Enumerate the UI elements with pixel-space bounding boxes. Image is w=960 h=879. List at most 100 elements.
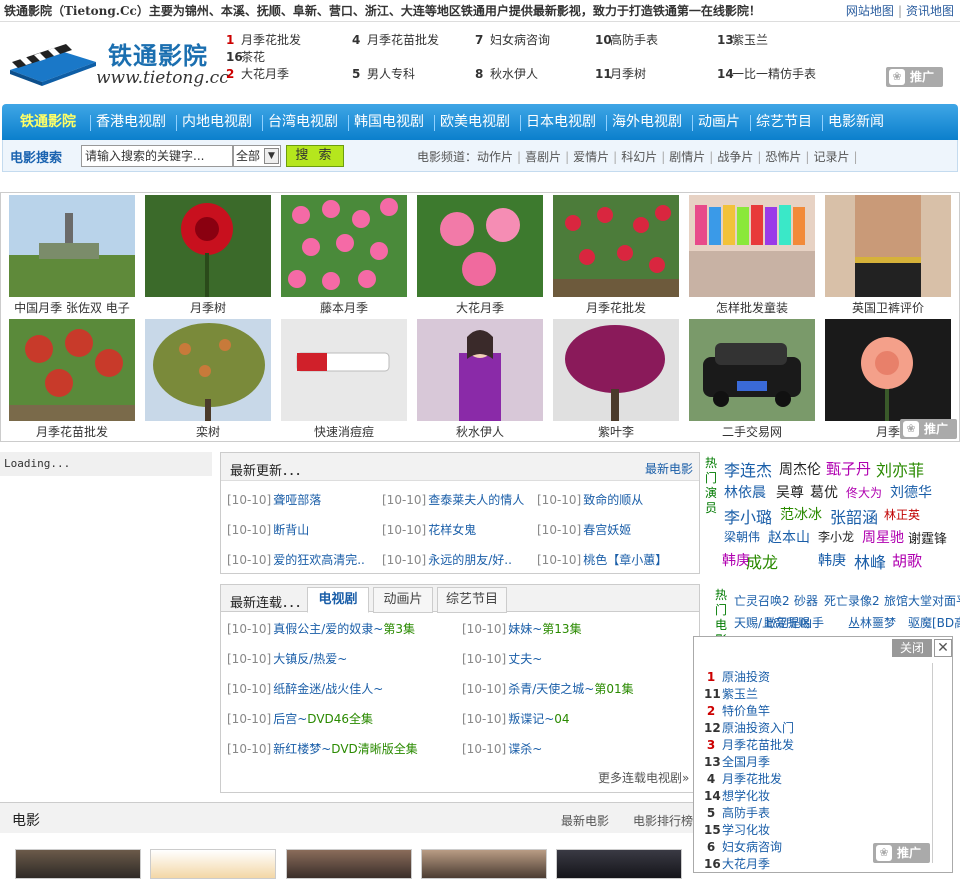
latest-item[interactable]: [10-10] 花样女鬼 xyxy=(382,521,476,538)
movie-thumb[interactable] xyxy=(150,849,276,879)
nav-item[interactable]: 日本电视剧 xyxy=(526,104,596,140)
gallery-thumbnail[interactable] xyxy=(553,319,679,421)
gallery-promo-badge[interactable]: ❀ 推广 xyxy=(900,419,957,439)
promo-badge[interactable]: ❀ 推广 xyxy=(886,67,943,87)
actor-link[interactable]: 李连杰 xyxy=(724,457,772,481)
hot-search-text[interactable]: 一比一精仿手表 xyxy=(732,67,816,81)
movie-thumb[interactable] xyxy=(15,849,141,879)
film-link[interactable]: 驱魔[BD高清版] xyxy=(908,614,960,631)
site-map-link[interactable]: 网站地图 xyxy=(846,4,894,18)
popup-scrollbar[interactable] xyxy=(932,663,933,863)
popup-item[interactable]: 2 特价鱼竿 xyxy=(704,703,770,720)
film-link[interactable]: 亡灵召唤2 xyxy=(734,592,790,609)
popup-text[interactable]: 大花月季 xyxy=(722,857,770,871)
film-link[interactable]: 旅馆大堂对面平 xyxy=(884,592,960,609)
item-title[interactable]: 桃色【章小蕙】 xyxy=(583,553,667,567)
item-title[interactable]: 叛谍记~ xyxy=(508,712,554,726)
gallery-item[interactable]: 栾树 xyxy=(145,319,271,439)
gallery-thumbnail[interactable] xyxy=(145,319,271,421)
gallery-item[interactable]: 秋水伊人 xyxy=(417,319,543,439)
actor-link[interactable]: 韩庚 xyxy=(818,550,846,570)
popup-item[interactable]: 16大花月季 xyxy=(704,856,770,872)
popup-item[interactable]: 3 月季花苗批发 xyxy=(704,737,794,754)
nav-item[interactable]: 欧美电视剧 xyxy=(440,104,510,140)
popup-item[interactable]: 14想学化妆 xyxy=(704,788,770,805)
hot-search-item[interactable]: 7 妇女病咨询 xyxy=(475,32,550,49)
serial-item[interactable]: [10-10] 谍杀~ xyxy=(462,740,542,757)
channel-link[interactable]: 动作片 xyxy=(477,150,513,164)
gallery-item[interactable]: 二手交易网 xyxy=(689,319,815,439)
gallery-item[interactable]: 月季花苗批发 xyxy=(9,319,135,439)
gallery-caption[interactable]: 藤本月季 xyxy=(281,299,407,316)
nav-item[interactable]: 韩国电视剧 xyxy=(354,104,424,140)
hot-search-text[interactable]: 茶花 xyxy=(241,50,265,64)
serial-item[interactable]: [10-10] 真假公主/爱的奴隶~第3集 xyxy=(227,620,415,637)
movie-thumb[interactable] xyxy=(286,849,412,879)
actor-link[interactable]: 张韶涵 xyxy=(830,504,878,528)
actor-link[interactable]: 佟大为 xyxy=(846,484,882,501)
nav-item[interactable]: 海外电视剧 xyxy=(612,104,682,140)
gallery-caption[interactable]: 紫叶李 xyxy=(553,423,679,440)
latest-movies-link[interactable]: 最新电影 xyxy=(645,460,693,477)
hot-search-item[interactable]: 11月季树 xyxy=(595,66,646,83)
film-link[interactable]: 瞰足是凶手 xyxy=(764,614,824,631)
gallery-thumbnail[interactable] xyxy=(9,319,135,421)
popup-text[interactable]: 全国月季 xyxy=(722,755,770,769)
gallery-thumbnail[interactable] xyxy=(281,319,407,421)
film-link[interactable]: 丛林噩梦 xyxy=(848,614,896,631)
gallery-item[interactable]: 藤本月季 xyxy=(281,195,407,315)
gallery-item[interactable]: 快速消痘痘 xyxy=(281,319,407,439)
popup-item[interactable]: 4 月季花批发 xyxy=(704,771,782,788)
hot-search-item[interactable]: 8 秋水伊人 xyxy=(475,66,538,83)
actor-link[interactable]: 胡歌 xyxy=(892,550,922,571)
hot-search-item[interactable]: 16茶花 xyxy=(226,49,265,66)
movie-thumb[interactable] xyxy=(556,849,682,879)
hot-search-item[interactable]: 1 月季花批发 xyxy=(226,32,301,49)
actor-link[interactable]: 梁朝伟 xyxy=(724,528,760,545)
serial-item[interactable]: [10-10] 大镇反/热爱~ xyxy=(227,650,347,667)
film-link[interactable]: 死亡录像2 xyxy=(824,592,880,609)
item-title[interactable]: 永远的朋友/好.. xyxy=(428,553,512,567)
latest-item[interactable]: [10-10] 爱的狂欢高清完.. xyxy=(227,551,365,568)
popup-item[interactable]: 15学习化妆 xyxy=(704,822,770,839)
latest-item[interactable]: [10-10] 查泰莱夫人的情人 xyxy=(382,491,524,508)
serial-item[interactable]: [10-10] 妹妹~第13集 xyxy=(462,620,582,637)
channel-link[interactable]: 战争片 xyxy=(717,150,753,164)
popup-close-button[interactable]: 关闭 xyxy=(892,639,932,657)
latest-movies-tab[interactable]: 最新电影 xyxy=(561,812,609,829)
tab-tv-series[interactable]: 电视剧 xyxy=(307,587,369,613)
gallery-item[interactable]: 英国卫裤评价 xyxy=(825,195,951,315)
item-title[interactable]: 致命的顺从 xyxy=(583,493,643,507)
film-link[interactable]: 砂器 xyxy=(794,592,818,609)
latest-item[interactable]: [10-10] 桃色【章小蕙】 xyxy=(537,551,667,568)
gallery-caption[interactable]: 中国月季 张佐双 电子 xyxy=(9,299,135,316)
actor-link[interactable]: 林依晨 xyxy=(724,482,766,502)
site-logo[interactable]: 铁通影院 www.tietong.cc xyxy=(4,32,229,94)
item-title[interactable]: 妹妹~ xyxy=(508,622,542,636)
gallery-thumbnail[interactable] xyxy=(553,195,679,297)
hot-search-text[interactable]: 妇女病咨询 xyxy=(490,33,550,47)
movie-ranking-tab[interactable]: 电影排行榜 xyxy=(633,812,693,829)
latest-item[interactable]: [10-10] 断背山 xyxy=(227,521,309,538)
gallery-item[interactable]: 大花月季 xyxy=(417,195,543,315)
gallery-caption[interactable]: 大花月季 xyxy=(417,299,543,316)
gallery-thumbnail[interactable] xyxy=(689,319,815,421)
actor-link[interactable]: 刘德华 xyxy=(890,482,932,502)
tab-variety[interactable]: 综艺节目 xyxy=(437,587,507,613)
item-title[interactable]: 杀青/天使之城~ xyxy=(508,682,594,696)
actor-link[interactable]: 周杰伦 xyxy=(779,459,821,479)
gallery-item[interactable]: 月季树 xyxy=(145,195,271,315)
item-title[interactable]: 爱的狂欢高清完.. xyxy=(273,553,365,567)
item-title[interactable]: 谍杀~ xyxy=(508,742,542,756)
actor-link[interactable]: 李小璐 xyxy=(724,504,772,528)
popup-item[interactable]: 12原油投资入门 xyxy=(704,720,794,737)
actor-link[interactable]: 范冰冰 xyxy=(780,504,822,524)
actor-link[interactable]: 谢霆锋 xyxy=(908,528,947,547)
popup-item[interactable]: 1 原油投资 xyxy=(704,669,770,686)
gallery-caption[interactable]: 二手交易网 xyxy=(689,423,815,440)
nav-item[interactable]: 电影新闻 xyxy=(828,104,884,140)
serial-item[interactable]: [10-10] 后宫~DVD46全集 xyxy=(227,710,373,727)
actor-link[interactable]: 吴尊 xyxy=(776,482,804,502)
popup-item[interactable]: 11紫玉兰 xyxy=(704,686,758,703)
channel-link[interactable]: 爱情片 xyxy=(573,150,609,164)
